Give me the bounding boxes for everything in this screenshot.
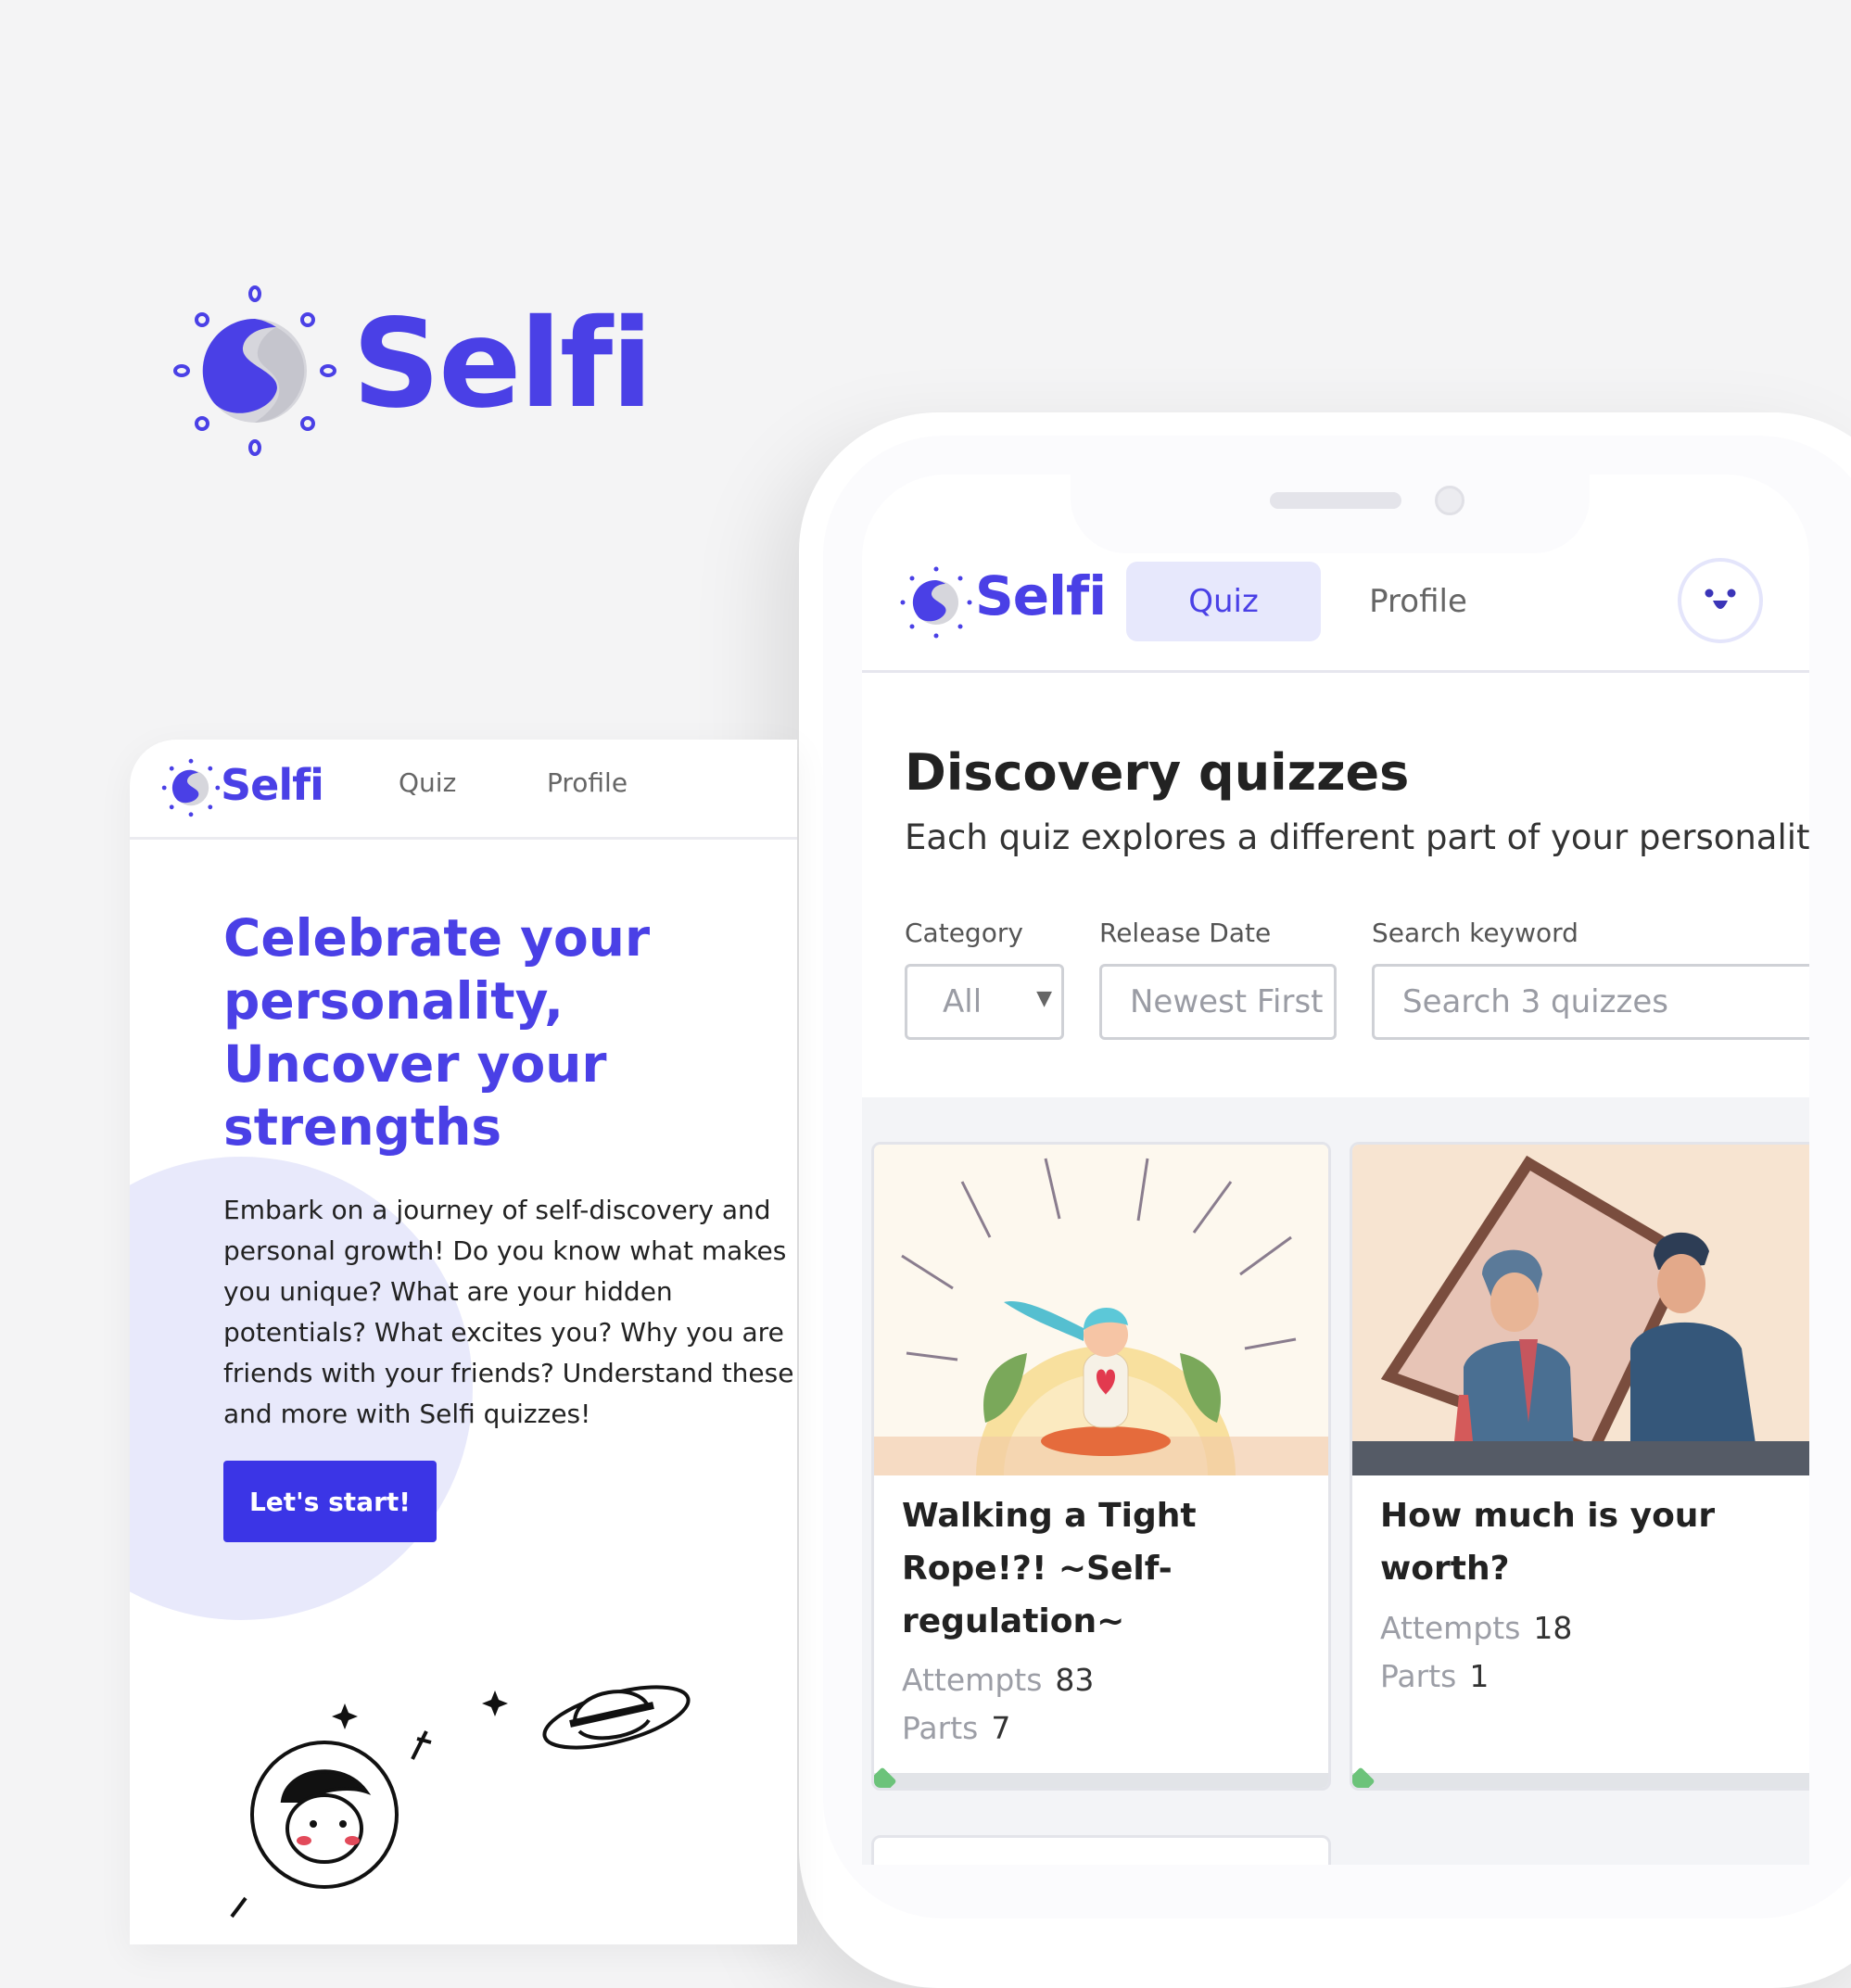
release-date-label: Release Date: [1099, 918, 1272, 948]
quiz-parts: Parts 1: [1380, 1658, 1489, 1694]
parts-value: 7: [991, 1710, 1011, 1746]
quiz-progress-bar: [874, 1773, 1328, 1788]
quiz-attempts: Attempts 18: [1380, 1610, 1572, 1646]
hero-description: Embark on a journey of self-discovery an…: [223, 1195, 794, 1429]
meditation-illustration: [874, 1145, 1328, 1475]
quiz-card[interactable]: How much is your worth? Attempts 18 Parts…: [1350, 1142, 1809, 1791]
desktop-logo[interactable]: Selfi: [161, 758, 347, 823]
nav-link-quiz[interactable]: Quiz: [399, 767, 456, 798]
category-value: All: [943, 983, 983, 1020]
phone-logo-text: Selfi: [975, 564, 1107, 627]
desktop-page: Selfi Quiz Profile Celebrate your person…: [130, 740, 797, 1944]
smiley-face-icon: [1705, 589, 1736, 609]
quiz-parts: Parts 7: [902, 1710, 1010, 1746]
brand-logo: Selfi: [167, 283, 658, 459]
mirror-portrait-illustration: [1352, 1145, 1809, 1475]
search-placeholder: Search 3 quizzes: [1402, 983, 1668, 1020]
phone-camera: [1435, 486, 1464, 515]
release-date-select[interactable]: Newest First: [1099, 964, 1337, 1040]
page-title: Discovery quizzes: [905, 743, 1410, 802]
tab-quiz[interactable]: Quiz: [1126, 562, 1321, 641]
attempts-label: Attempts: [1380, 1610, 1521, 1646]
release-date-value: Newest First: [1130, 983, 1324, 1020]
phone-speaker: [1270, 492, 1401, 509]
parts-label: Parts: [1380, 1658, 1457, 1694]
desktop-navbar: Selfi Quiz Profile: [130, 740, 797, 840]
quiz-attempts: Attempts 83: [902, 1662, 1094, 1698]
search-keyword-label: Search keyword: [1372, 918, 1578, 948]
nav-link-profile[interactable]: Profile: [547, 767, 628, 798]
category-label: Category: [905, 918, 1023, 948]
attempts-value: 18: [1533, 1610, 1573, 1646]
desktop-logo-text: Selfi: [221, 760, 324, 810]
selfi-logo-icon: [900, 566, 972, 639]
quiz-title: How much is your worth?: [1380, 1497, 1716, 1588]
parts-value: 1: [1469, 1658, 1490, 1694]
chevron-down-icon: ▼: [1036, 987, 1052, 1010]
page-subtitle: Each quiz explores a different part of y…: [905, 817, 1809, 857]
brand-wordmark: Selfi: [352, 293, 653, 436]
quiz-card[interactable]: [871, 1835, 1331, 1865]
quiz-title: Walking a Tight Rope!?! ~Self-regulation…: [902, 1497, 1197, 1640]
phone-logo[interactable]: Selfi: [899, 564, 1107, 639]
quiz-progress-bar: [1352, 1773, 1809, 1788]
phone-screen: Selfi Quiz Profile Discovery quizzes Eac…: [862, 475, 1809, 1865]
astronaut-planet-doodle: [204, 1639, 723, 1944]
selfi-sun-logo-icon: [173, 285, 336, 456]
avatar[interactable]: [1678, 558, 1763, 643]
search-input[interactable]: Search 3 quizzes: [1372, 964, 1809, 1040]
attempts-value: 83: [1055, 1662, 1095, 1698]
attempts-label: Attempts: [902, 1662, 1043, 1698]
parts-label: Parts: [902, 1710, 979, 1746]
selfi-logo-icon: [161, 758, 221, 817]
hero-title: Celebrate your personality, Uncover your…: [223, 908, 651, 1157]
tab-profile[interactable]: Profile: [1321, 562, 1515, 641]
category-select[interactable]: All ▼: [905, 964, 1064, 1040]
lets-start-button[interactable]: Let's start!: [223, 1461, 437, 1542]
quiz-card[interactable]: Walking a Tight Rope!?! ~Self-regulation…: [871, 1142, 1331, 1791]
